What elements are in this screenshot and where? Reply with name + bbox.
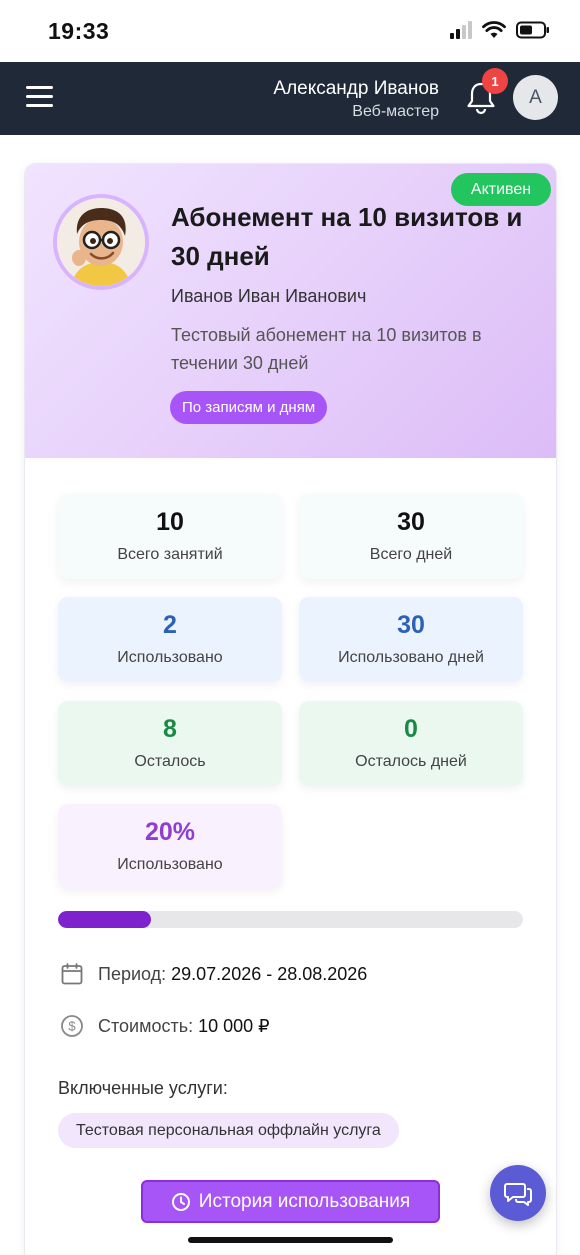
subscription-description: Тестовый абонемент на 10 визитов в течен… bbox=[171, 325, 482, 373]
cost-label: Стоимость: bbox=[98, 1015, 194, 1036]
stat-label: Всего занятий bbox=[117, 546, 223, 563]
status-time: 19:33 bbox=[48, 18, 110, 44]
hamburger-icon[interactable] bbox=[26, 86, 53, 110]
user-name: Александр Иванов bbox=[273, 78, 439, 99]
page: 19:33 Александр Иванов Веб-мастер 1 A Ак… bbox=[0, 0, 580, 1255]
stat-used-percent: 20% Использовано bbox=[58, 804, 282, 889]
battery-icon bbox=[516, 21, 549, 38]
stat-label: Использовано bbox=[117, 856, 223, 873]
stat-value: 8 bbox=[163, 715, 177, 743]
client-avatar bbox=[53, 194, 149, 290]
owner-name: Иванов Иван Иванович bbox=[171, 286, 367, 306]
period-label: Период: bbox=[98, 963, 167, 984]
svg-text:$: $ bbox=[68, 1019, 76, 1034]
cost-row: $ Стоимость: 10 000 ₽ bbox=[60, 1014, 270, 1038]
stat-label: Использовано bbox=[117, 649, 223, 666]
stat-remaining-visits: 8 Осталось bbox=[58, 701, 282, 786]
stat-label: Всего дней bbox=[369, 546, 453, 563]
chat-button[interactable] bbox=[490, 1165, 546, 1221]
stat-value: 30 bbox=[397, 611, 425, 639]
usage-progress-fill bbox=[58, 911, 151, 928]
status-bar: 19:33 bbox=[0, 0, 580, 62]
stat-total-days: 30 Всего дней bbox=[299, 494, 523, 579]
stat-value: 10 bbox=[156, 508, 184, 536]
subscription-type-badge: По записям и дням bbox=[170, 391, 328, 424]
avatar[interactable]: A bbox=[513, 75, 558, 120]
wifi-icon bbox=[482, 21, 506, 38]
history-button[interactable]: История использования bbox=[141, 1180, 440, 1223]
clock-icon bbox=[171, 1192, 190, 1211]
chat-icon bbox=[504, 1183, 532, 1206]
user-role: Веб-мастер bbox=[352, 103, 439, 120]
usage-progress-bar bbox=[58, 911, 523, 928]
stat-label: Использовано дней bbox=[338, 649, 484, 666]
subscription-title: Абонемент на 10 визитов и 30 дней bbox=[171, 202, 523, 271]
notification-badge: 1 bbox=[482, 68, 508, 94]
stat-value: 2 bbox=[163, 611, 177, 639]
subscription-header: Активен Абонемент на 10 визитов и 30 дне… bbox=[25, 164, 556, 458]
stat-label: Осталось дней bbox=[355, 753, 467, 770]
stat-used-visits: 2 Использовано bbox=[58, 597, 282, 682]
stat-value: 0 bbox=[404, 715, 418, 743]
stat-label: Осталось bbox=[134, 753, 206, 770]
stat-total-visits: 10 Всего занятий bbox=[58, 494, 282, 579]
services-title: Включенные услуги: bbox=[58, 1078, 228, 1098]
stat-used-days: 30 Использовано дней bbox=[299, 597, 523, 682]
subscription-card: Активен Абонемент на 10 визитов и 30 дне… bbox=[24, 163, 557, 1255]
history-button-label: История использования bbox=[198, 1190, 411, 1212]
status-icons bbox=[450, 20, 550, 39]
period-value: 29.07.2026 - 28.08.2026 bbox=[171, 963, 368, 984]
stat-remaining-days: 0 Осталось дней bbox=[299, 701, 523, 786]
stat-value: 20% bbox=[144, 818, 196, 846]
period-row: Период: 29.07.2026 - 28.08.2026 bbox=[60, 962, 367, 986]
calendar-icon bbox=[61, 963, 83, 985]
cost-value: 10 000 ₽ bbox=[198, 1015, 270, 1036]
signal-icon bbox=[450, 20, 472, 39]
home-indicator bbox=[188, 1237, 393, 1243]
service-chip: Тестовая персональная оффлайн услуга bbox=[58, 1113, 399, 1148]
stat-value: 30 bbox=[397, 508, 425, 536]
dollar-icon: $ bbox=[61, 1015, 83, 1037]
